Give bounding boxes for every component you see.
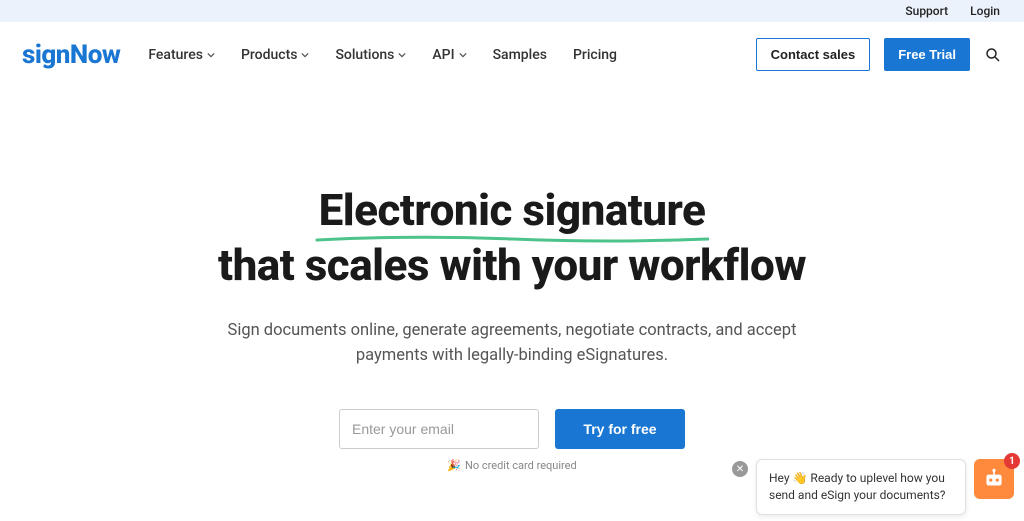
support-link[interactable]: Support [905,4,948,18]
chat-widget: ✕ Hey 👋 Ready to uplevel how you send an… [732,459,1014,515]
nav-solutions[interactable]: Solutions [335,47,406,63]
top-utility-bar: Support Login [0,0,1024,22]
nav-samples[interactable]: Samples [493,47,547,63]
nav-api[interactable]: API [432,47,466,63]
free-trial-button[interactable]: Free Trial [884,38,970,71]
hero-section: Electronic signature that scales with yo… [0,87,1024,472]
robot-icon [981,466,1007,492]
chat-close-icon[interactable]: ✕ [732,461,748,477]
nav-features[interactable]: Features [148,47,215,63]
nav-solutions-label: Solutions [335,47,394,63]
main-header: signNow Features Products Solutions API … [0,22,1024,87]
nav-products-label: Products [241,47,298,63]
cc-note-text: No credit card required [465,459,577,472]
nav-pricing[interactable]: Pricing [573,47,617,63]
hero-headline: Electronic signature that scales with yo… [40,183,984,293]
hero-line1: Electronic signature [319,184,706,236]
party-emoji-icon: 🎉 [447,459,461,472]
nav-features-label: Features [148,47,203,63]
underline-decoration-icon [315,234,710,244]
try-for-free-button[interactable]: Try for free [555,409,685,449]
hero-line2: that scales with your workflow [218,239,806,291]
email-input[interactable] [339,409,539,449]
search-icon[interactable] [984,46,1002,64]
hero-subhead: Sign documents online, generate agreemen… [202,319,822,369]
login-link[interactable]: Login [970,4,1000,18]
nav-products[interactable]: Products [241,47,310,63]
brand-logo[interactable]: signNow [22,40,120,70]
chevron-down-icon [207,51,215,59]
chevron-down-icon [459,51,467,59]
contact-sales-button[interactable]: Contact sales [756,38,871,71]
chevron-down-icon [301,51,309,59]
primary-nav: Features Products Solutions API Samples … [148,47,727,63]
chat-launcher-button[interactable]: 1 [974,459,1014,499]
chevron-down-icon [398,51,406,59]
nav-api-label: API [432,47,454,63]
cta-row: Try for free [40,409,984,449]
header-actions: Contact sales Free Trial [756,38,1002,71]
chat-bubble[interactable]: Hey 👋 Ready to uplevel how you send and … [756,459,966,515]
